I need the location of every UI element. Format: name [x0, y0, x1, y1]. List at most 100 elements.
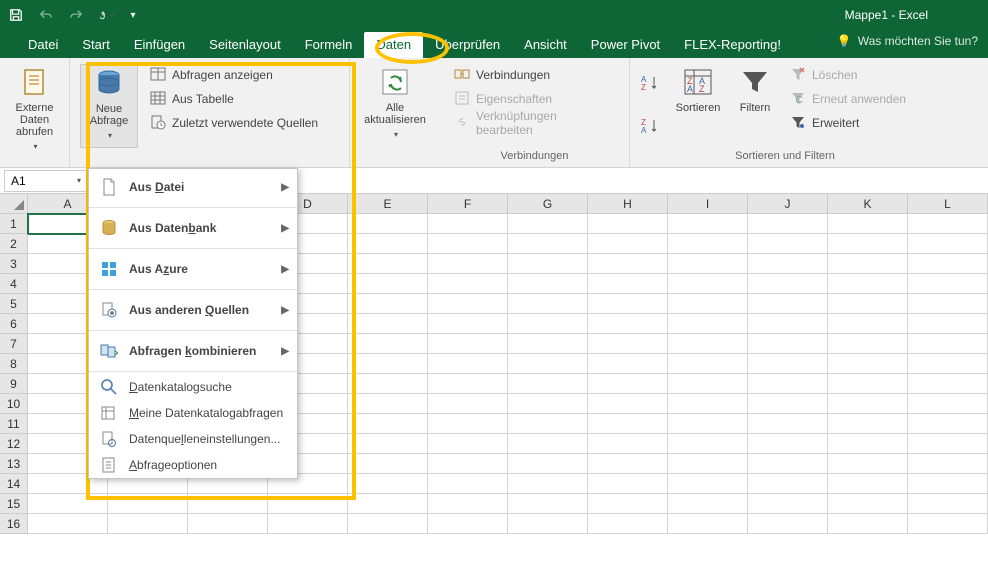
cell[interactable] — [508, 294, 588, 314]
cell[interactable] — [908, 474, 988, 494]
column-header[interactable]: J — [748, 194, 828, 213]
cell[interactable] — [348, 234, 428, 254]
cell[interactable] — [748, 354, 828, 374]
tab-flex[interactable]: FLEX-Reporting! — [672, 32, 793, 58]
cell[interactable] — [828, 334, 908, 354]
cell[interactable] — [508, 214, 588, 234]
tell-me[interactable]: 💡 Was möchten Sie tun? — [837, 34, 978, 48]
menu-source-settings[interactable]: Datenquelleneinstellungen... — [89, 426, 297, 452]
cell[interactable] — [508, 474, 588, 494]
tab-formulas[interactable]: Formeln — [293, 32, 365, 58]
cell[interactable] — [828, 454, 908, 474]
new-query-button[interactable]: Neue Abfrage ▾ — [80, 64, 138, 148]
cell[interactable] — [908, 434, 988, 454]
cell[interactable] — [348, 354, 428, 374]
cell[interactable] — [588, 474, 668, 494]
cell[interactable] — [428, 214, 508, 234]
cell[interactable] — [908, 494, 988, 514]
menu-catalog-search[interactable]: Datenkatalogsuche — [89, 374, 297, 400]
cell[interactable] — [428, 494, 508, 514]
tab-pagelayout[interactable]: Seitenlayout — [197, 32, 293, 58]
cell[interactable] — [668, 434, 748, 454]
cell[interactable] — [668, 294, 748, 314]
row-header[interactable]: 1 — [0, 214, 28, 234]
cell[interactable] — [828, 234, 908, 254]
cell[interactable] — [908, 394, 988, 414]
cell[interactable] — [108, 494, 188, 514]
cell[interactable] — [828, 474, 908, 494]
cell[interactable] — [428, 474, 508, 494]
cell[interactable] — [828, 214, 908, 234]
cell[interactable] — [828, 514, 908, 534]
cell[interactable] — [508, 254, 588, 274]
cell[interactable] — [348, 474, 428, 494]
touch-mode-icon[interactable]: ▾ — [98, 7, 114, 23]
cell[interactable] — [188, 514, 268, 534]
sort-asc-button[interactable]: AZ — [640, 74, 660, 95]
row-header[interactable]: 16 — [0, 514, 28, 534]
cell[interactable] — [428, 254, 508, 274]
row-header[interactable]: 4 — [0, 274, 28, 294]
row-header[interactable]: 6 — [0, 314, 28, 334]
cell[interactable] — [668, 254, 748, 274]
cell[interactable] — [348, 314, 428, 334]
select-all-corner[interactable] — [0, 194, 28, 213]
save-icon[interactable] — [8, 7, 24, 23]
cell[interactable] — [748, 334, 828, 354]
cell[interactable] — [908, 514, 988, 534]
cell[interactable] — [748, 414, 828, 434]
cell[interactable] — [748, 374, 828, 394]
cell[interactable] — [748, 234, 828, 254]
connections-button[interactable]: Verbindungen — [450, 64, 619, 86]
cell[interactable] — [428, 514, 508, 534]
cell[interactable] — [668, 274, 748, 294]
cell[interactable] — [588, 414, 668, 434]
column-header[interactable]: L — [908, 194, 988, 213]
menu-my-catalog[interactable]: Meine Datenkatalogabfragen — [89, 400, 297, 426]
cell[interactable] — [748, 274, 828, 294]
cell[interactable] — [508, 274, 588, 294]
cell[interactable] — [908, 414, 988, 434]
cell[interactable] — [428, 434, 508, 454]
show-queries-button[interactable]: Abfragen anzeigen — [146, 64, 322, 86]
menu-query-options[interactable]: Abfrageoptionen — [89, 452, 297, 478]
cell[interactable] — [508, 514, 588, 534]
column-header[interactable]: H — [588, 194, 668, 213]
cell[interactable] — [588, 334, 668, 354]
redo-icon[interactable] — [68, 7, 84, 23]
tab-insert[interactable]: Einfügen — [122, 32, 197, 58]
cell[interactable] — [828, 294, 908, 314]
cell[interactable] — [348, 214, 428, 234]
cell[interactable] — [748, 494, 828, 514]
filter-button[interactable]: Filtern — [730, 64, 780, 148]
row-header[interactable]: 2 — [0, 234, 28, 254]
cell[interactable] — [668, 494, 748, 514]
cell[interactable] — [508, 494, 588, 514]
cell[interactable] — [428, 314, 508, 334]
cell[interactable] — [428, 234, 508, 254]
cell[interactable] — [508, 314, 588, 334]
tab-powerpivot[interactable]: Power Pivot — [579, 32, 672, 58]
menu-from-file[interactable]: Aus Datei ▶ — [89, 169, 297, 205]
cell[interactable] — [348, 374, 428, 394]
cell[interactable] — [348, 334, 428, 354]
cell[interactable] — [748, 294, 828, 314]
cell[interactable] — [748, 514, 828, 534]
cell[interactable] — [908, 454, 988, 474]
row-header[interactable]: 7 — [0, 334, 28, 354]
cell[interactable] — [428, 354, 508, 374]
cell[interactable] — [908, 274, 988, 294]
cell[interactable] — [668, 334, 748, 354]
cell[interactable] — [268, 494, 348, 514]
cell[interactable] — [668, 474, 748, 494]
tab-data[interactable]: Daten — [364, 32, 423, 58]
cell[interactable] — [588, 494, 668, 514]
menu-from-azure[interactable]: Aus Azure ▶ — [89, 251, 297, 287]
cell[interactable] — [28, 514, 108, 534]
cell[interactable] — [828, 254, 908, 274]
cell[interactable] — [428, 374, 508, 394]
row-header[interactable]: 9 — [0, 374, 28, 394]
cell[interactable] — [908, 334, 988, 354]
cell[interactable] — [828, 414, 908, 434]
cell[interactable] — [908, 314, 988, 334]
